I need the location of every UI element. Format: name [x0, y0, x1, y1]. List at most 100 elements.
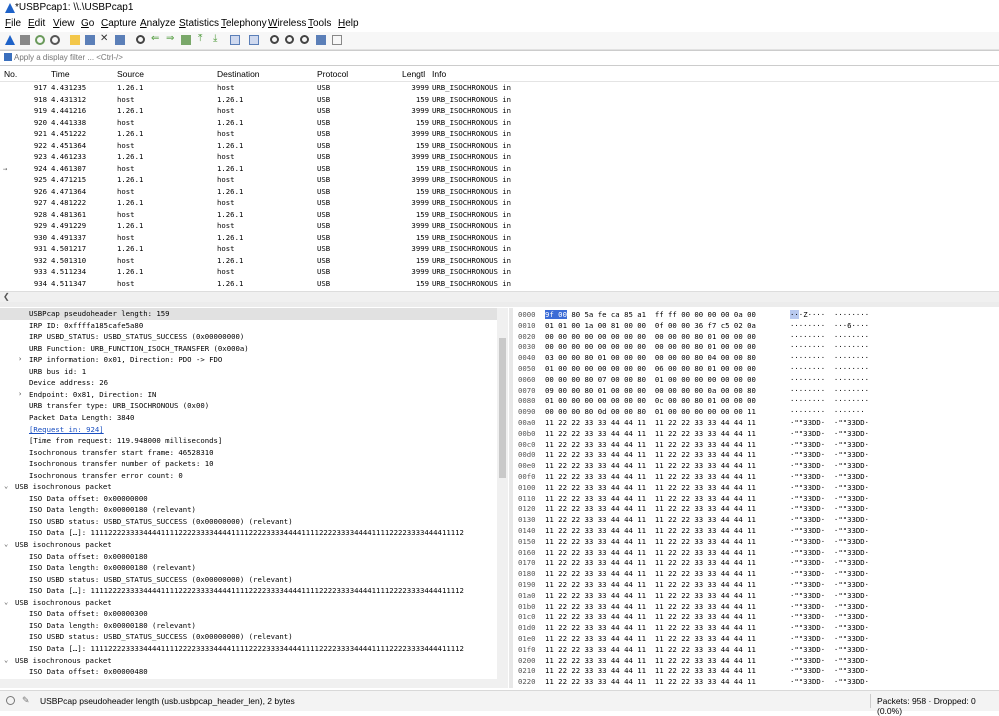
tree-field-row[interactable]: › IRP information: 0x01, Direction: PDO -…: [0, 354, 497, 366]
tree-section-row[interactable]: ⌄ USB isochronous packet: [0, 655, 497, 667]
column-protocol[interactable]: Protocol: [317, 69, 348, 79]
tree-field-row[interactable]: IRP USBD_STATUS: USBD_STATUS_SUCCESS (0x…: [0, 331, 497, 343]
tree-field-row[interactable]: IRP ID: 0xffffa185cafe5a80: [0, 320, 497, 332]
column-length[interactable]: Lengtl: [402, 69, 425, 79]
tree-field-row[interactable]: ISO Data offset: 0x00000000: [0, 493, 497, 505]
find-packet-icon[interactable]: [136, 35, 145, 44]
stop-icon[interactable]: [20, 35, 30, 45]
expert-info-icon[interactable]: [6, 696, 15, 705]
tree-field-row[interactable]: ISO Data length: 0x00000180 (relevant): [0, 620, 497, 632]
column-source[interactable]: Source: [117, 69, 144, 79]
packet-list-scrollbar[interactable]: ❮: [0, 291, 999, 302]
tree-field-row[interactable]: Isochronous transfer number of packets: …: [0, 458, 497, 470]
collapse-chevron-icon[interactable]: ⌄: [4, 655, 8, 667]
tree-field-row[interactable]: Device address: 26: [0, 377, 497, 389]
menu-help[interactable]: Help: [338, 18, 359, 29]
column-time[interactable]: Time: [51, 69, 70, 79]
packet-row[interactable]: 920 4.441338 host 1.26.1 USB 159 URB_ISOCHRONO…: [0, 117, 999, 129]
packet-row[interactable]: 917 4.431235 1.26.1 host USB 3999 URB_ISOCHRON…: [0, 82, 999, 94]
autoscroll-icon[interactable]: [230, 35, 240, 45]
column-destination[interactable]: Destination: [217, 69, 260, 79]
tree-field-row[interactable]: ISO Data offset: 0x00000180: [0, 551, 497, 563]
packet-row[interactable]: 934 4.511347 host 1.26.1 USB 159 URB_ISOCHRONO…: [0, 278, 999, 290]
packet-row[interactable]: 925 4.471215 1.26.1 host USB 3999 URB_ISOCHRON…: [0, 174, 999, 186]
tree-field-row[interactable]: URB transfer type: URB_ISOCHRONOUS (0x00…: [0, 400, 497, 412]
tree-field-row[interactable]: Isochronous transfer error count: 0: [0, 470, 497, 482]
open-file-icon[interactable]: [70, 35, 80, 45]
tree-field-row[interactable]: URB bus id: 1: [0, 366, 497, 378]
menu-wireless[interactable]: Wireless: [268, 18, 306, 29]
details-vertical-scrollbar[interactable]: [497, 308, 508, 688]
resize-columns-icon[interactable]: [316, 35, 326, 45]
bookmark-icon[interactable]: [4, 53, 12, 61]
menu-go[interactable]: Go: [81, 18, 94, 29]
packet-row[interactable]: 929 4.491229 1.26.1 host USB 3999 URB_ISOCHRON…: [0, 220, 999, 232]
normal-size-icon[interactable]: [300, 35, 309, 44]
request-link[interactable]: [Request in: 924]: [29, 424, 104, 436]
packet-row[interactable]: 932 4.501310 host 1.26.1 USB 159 URB_ISOCHRONO…: [0, 255, 999, 267]
pane-splitter[interactable]: [0, 302, 999, 307]
tree-section-row[interactable]: ⌄ USB isochronous packet: [0, 481, 497, 493]
menu-edit[interactable]: Edit: [28, 18, 45, 29]
colorize-icon[interactable]: [249, 35, 259, 45]
restart-icon[interactable]: [35, 35, 45, 45]
go-to-packet-icon[interactable]: [181, 35, 191, 45]
tree-field-row[interactable]: ISO Data offset: 0x00000480: [0, 666, 497, 678]
menu-telephony[interactable]: Telephony: [221, 18, 267, 29]
tree-field-row[interactable]: ISO Data […]: 11112222333344441111222233…: [0, 643, 497, 655]
zoom-in-icon[interactable]: [270, 35, 279, 44]
scrollbar-thumb[interactable]: [499, 338, 506, 478]
tree-field-row[interactable]: ISO Data offset: 0x00000300: [0, 608, 497, 620]
first-packet-icon[interactable]: ⤒: [198, 34, 208, 44]
packet-row[interactable]: 926 4.471364 host 1.26.1 USB 159 URB_ISOCHRONO…: [0, 186, 999, 198]
layout-icon[interactable]: [332, 35, 342, 45]
reload-icon[interactable]: [115, 35, 125, 45]
menu-analyze[interactable]: Analyze: [140, 18, 176, 29]
packet-row[interactable]: 923 4.461233 1.26.1 host USB 3999 URB_ISOCHRON…: [0, 151, 999, 163]
packet-row[interactable]: → 924 4.461307 host 1.26.1 USB 159 URB_ISOCHRON…: [0, 163, 999, 175]
tree-field-row[interactable]: ISO Data […]: 11112222333344441111222233…: [0, 585, 497, 597]
tree-field-row[interactable]: USBPcap pseudoheader length: 159: [0, 308, 497, 320]
save-file-icon[interactable]: [85, 35, 95, 45]
capture-options-icon[interactable]: [50, 35, 60, 45]
details-bytes-splitter[interactable]: [509, 308, 513, 688]
edit-comment-icon[interactable]: ✎: [22, 695, 30, 706]
collapse-chevron-icon[interactable]: ⌄: [4, 539, 8, 551]
zoom-out-icon[interactable]: [285, 35, 294, 44]
packet-row[interactable]: 931 4.501217 1.26.1 host USB 3999 URB_ISOCHRON…: [0, 243, 999, 255]
shark-fin-start-icon[interactable]: [5, 35, 15, 45]
packet-row[interactable]: 930 4.491337 host 1.26.1 USB 159 URB_ISOCHRONO…: [0, 232, 999, 244]
scroll-left-icon[interactable]: ❮: [3, 292, 10, 301]
tree-field-row[interactable]: › Endpoint: 0x81, Direction: IN: [0, 389, 497, 401]
details-horizontal-scrollbar[interactable]: [0, 679, 508, 688]
menu-file[interactable]: File: [5, 18, 21, 29]
collapse-chevron-icon[interactable]: ⌄: [4, 597, 8, 609]
tree-field-row[interactable]: Isochronous transfer start frame: 465283…: [0, 447, 497, 459]
tree-section-row[interactable]: ⌄ USB isochronous packet: [0, 539, 497, 551]
tree-field-row[interactable]: [Request in: 924]: [0, 424, 497, 436]
expand-chevron-icon[interactable]: ›: [18, 354, 22, 366]
tree-section-row[interactable]: ⌄ USB isochronous packet: [0, 597, 497, 609]
tree-field-row[interactable]: ISO USBD status: USBD_STATUS_SUCCESS (0x…: [0, 574, 497, 586]
tree-field-row[interactable]: ISO Data length: 0x00000180 (relevant): [0, 562, 497, 574]
packet-row[interactable]: 933 4.511234 1.26.1 host USB 3999 URB_ISOCHRON…: [0, 266, 999, 278]
menu-tools[interactable]: Tools: [308, 18, 331, 29]
expand-chevron-icon[interactable]: ›: [18, 389, 22, 401]
packet-row[interactable]: 922 4.451364 host 1.26.1 USB 159 URB_ISOCHRONO…: [0, 140, 999, 152]
column-info[interactable]: Info: [432, 69, 446, 79]
menu-statistics[interactable]: Statistics: [179, 18, 219, 29]
last-packet-icon[interactable]: ⤓: [213, 34, 223, 44]
close-file-icon[interactable]: ✕: [100, 34, 110, 44]
go-back-icon[interactable]: ⇐: [151, 34, 161, 44]
collapse-chevron-icon[interactable]: ⌄: [4, 481, 8, 493]
display-filter-input[interactable]: [14, 51, 984, 64]
menu-view[interactable]: View: [53, 18, 75, 29]
tree-field-row[interactable]: [Time from request: 119.948000 milliseco…: [0, 435, 497, 447]
packet-row[interactable]: 918 4.431312 host 1.26.1 USB 159 URB_ISOCHRONO…: [0, 94, 999, 106]
tree-field-row[interactable]: ISO Data […]: 11112222333344441111222233…: [0, 527, 497, 539]
menu-capture[interactable]: Capture: [101, 18, 137, 29]
column-no[interactable]: No.: [4, 69, 17, 79]
tree-field-row[interactable]: ISO Data length: 0x00000180 (relevant): [0, 504, 497, 516]
go-forward-icon[interactable]: ⇒: [166, 34, 176, 44]
packet-row[interactable]: 928 4.481361 host 1.26.1 USB 159 URB_ISOCHRONO…: [0, 209, 999, 221]
